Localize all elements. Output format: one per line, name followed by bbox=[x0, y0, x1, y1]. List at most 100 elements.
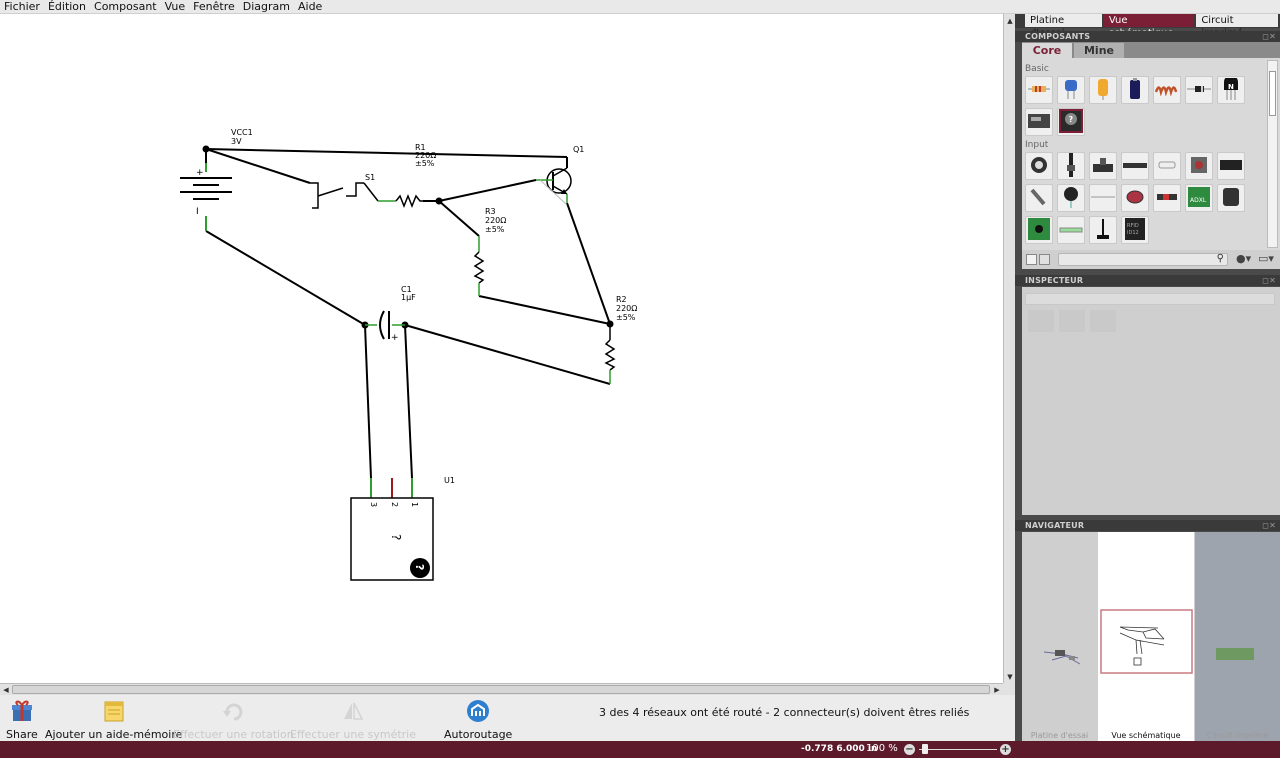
ceramic-capacitor-bin-item[interactable] bbox=[1057, 76, 1085, 104]
scroll-down-icon[interactable]: ▼ bbox=[1005, 672, 1015, 682]
svg-text:RFID: RFID bbox=[1127, 223, 1139, 229]
lever-switch-icon bbox=[1095, 217, 1111, 244]
parts-tab-mine[interactable]: Mine bbox=[1074, 43, 1124, 58]
wire-q1-emitter-r2[interactable] bbox=[566, 202, 611, 325]
menu-fenetre[interactable]: Fenêtre bbox=[193, 0, 235, 13]
dock-float-close-icon[interactable]: ◻✕ bbox=[1262, 276, 1276, 285]
rotate-button[interactable]: Effectuer une rotation bbox=[173, 699, 294, 741]
mystery-part-selected-bin-item[interactable]: ? bbox=[1057, 108, 1085, 136]
scroll-up-icon[interactable]: ▲ bbox=[1005, 16, 1015, 26]
dock-float-close-icon[interactable]: ◻✕ bbox=[1262, 521, 1276, 530]
scroll-left-icon[interactable]: ◀ bbox=[1, 685, 11, 695]
list-view-icon[interactable] bbox=[1039, 254, 1050, 265]
schematic-canvas[interactable]: + I VCC1 3V S1 R1 220Ω ±5% Q1 R3 220Ω ±5… bbox=[0, 14, 1003, 684]
parts-search-input[interactable]: ⚲ bbox=[1058, 253, 1228, 266]
inductor-bin-item[interactable] bbox=[1153, 76, 1181, 104]
electrolytic-capacitor-bin-item[interactable] bbox=[1089, 76, 1117, 104]
battery-vcc1[interactable]: + I VCC1 3V bbox=[180, 128, 253, 231]
parts-scroll-thumb[interactable] bbox=[1269, 71, 1276, 116]
mystery-part-bin-item[interactable] bbox=[1025, 108, 1053, 136]
schematic-drawing[interactable]: + I VCC1 3V S1 R1 220Ω ±5% Q1 R3 220Ω ±5… bbox=[0, 14, 1003, 684]
canvas-horizontal-scrollbar[interactable]: ◀ ▶ bbox=[0, 683, 1003, 695]
wire-junction-q1-base[interactable] bbox=[438, 179, 537, 202]
navigator-pcb-view[interactable]: Circuit imprimé bbox=[1195, 532, 1280, 741]
rotate-label: Effectuer une rotation bbox=[173, 728, 294, 741]
switch-s1[interactable] bbox=[310, 182, 396, 209]
navigator-breadboard-view[interactable]: Platine d'essai bbox=[1022, 532, 1097, 741]
horizontal-scroll-thumb[interactable] bbox=[12, 685, 990, 694]
add-note-button[interactable]: Ajouter un aide-mémoire bbox=[45, 699, 182, 741]
mystery-part-u1[interactable]: 3 2 1 ? ? U1 bbox=[350, 476, 455, 581]
potentiometer-bin-item[interactable] bbox=[1025, 152, 1053, 180]
wires[interactable] bbox=[205, 148, 611, 479]
menu-aide[interactable]: Aide bbox=[298, 0, 322, 13]
microphone-bin-item[interactable] bbox=[1057, 184, 1085, 212]
parts-scrollbar[interactable] bbox=[1267, 60, 1278, 248]
slide-switch-bin-item[interactable] bbox=[1121, 152, 1149, 180]
scroll-right-icon[interactable]: ▶ bbox=[992, 685, 1002, 695]
menu-fichier[interactable]: Fichier bbox=[4, 0, 40, 13]
diode-bin-item[interactable] bbox=[1185, 76, 1213, 104]
resistor-r3[interactable]: R3 220Ω ±5% bbox=[473, 207, 506, 296]
search-options-icon[interactable]: ●▾ bbox=[1236, 252, 1251, 265]
battery-bin-item[interactable] bbox=[1121, 76, 1149, 104]
transistor-bin-item[interactable]: N bbox=[1217, 74, 1245, 104]
wire-sensor-bin-item[interactable] bbox=[1089, 184, 1117, 212]
wire-c1-u1-pin3[interactable] bbox=[364, 324, 372, 479]
rfid-reader-bin-item[interactable]: RFID ID12 bbox=[1121, 216, 1149, 244]
flip-button[interactable]: Effectuer une symétrie bbox=[290, 699, 416, 741]
tilt-switch-bin-item[interactable] bbox=[1025, 184, 1053, 212]
menu-composant[interactable]: Composant bbox=[94, 0, 157, 13]
wire-c1-u1-pin1[interactable] bbox=[404, 324, 413, 479]
right-dock-panel: Platine d'essai Vue schématique Circuit … bbox=[1015, 14, 1280, 741]
zoom-slider-handle[interactable] bbox=[922, 744, 928, 754]
wire-r3-r2[interactable] bbox=[478, 295, 611, 325]
accelerometer-icon: ADXL bbox=[1187, 186, 1211, 211]
flip-label: Effectuer une symétrie bbox=[290, 728, 417, 741]
joystick-bin-item[interactable] bbox=[1089, 152, 1117, 180]
bin-menu-icon[interactable]: ▭▾ bbox=[1258, 252, 1274, 265]
tab-pcb[interactable]: Circuit imprimé bbox=[1196, 14, 1278, 39]
reed-switch-bin-item[interactable] bbox=[1153, 152, 1181, 180]
sensor-module-bin-item[interactable] bbox=[1217, 184, 1245, 212]
search-icon[interactable]: ⚲ bbox=[1217, 253, 1224, 264]
zoom-in-icon[interactable]: + bbox=[1000, 744, 1011, 755]
wire-c1-r2[interactable] bbox=[404, 324, 611, 385]
resistor-bin-item[interactable] bbox=[1025, 76, 1053, 104]
accelerometer-bin-item[interactable]: ADXL bbox=[1185, 184, 1213, 212]
parts-tab-core[interactable]: Core bbox=[1022, 43, 1072, 58]
photocell-bin-item[interactable] bbox=[1153, 184, 1181, 212]
resistor-r2[interactable]: R2 220Ω ±5% bbox=[604, 295, 637, 384]
piezo-bin-item[interactable] bbox=[1121, 184, 1149, 212]
dock-float-close-icon[interactable]: ◻✕ bbox=[1262, 32, 1276, 41]
svg-text:ID12: ID12 bbox=[1127, 230, 1139, 236]
zoom-out-icon[interactable]: − bbox=[904, 744, 915, 755]
gas-sensor-bin-item[interactable] bbox=[1025, 216, 1053, 244]
svg-text:N: N bbox=[1228, 83, 1234, 91]
zoom-slider[interactable] bbox=[919, 749, 997, 750]
lever-switch-bin-item[interactable] bbox=[1089, 216, 1117, 244]
pushbutton-bin-item[interactable] bbox=[1185, 152, 1213, 180]
navigator-schematic-view[interactable]: Vue schématique bbox=[1098, 532, 1194, 741]
u1-center-glyph: ? bbox=[389, 534, 403, 540]
menu-vue[interactable]: Vue bbox=[165, 0, 186, 13]
capacitor-c1[interactable]: + C1 1µF bbox=[365, 285, 416, 343]
tab-breadboard[interactable]: Platine d'essai bbox=[1025, 14, 1102, 39]
wire-vcc-q1[interactable] bbox=[205, 148, 568, 158]
inspector-title-label: INSPECTEUR bbox=[1025, 276, 1084, 285]
r3-value-label: 220Ω bbox=[485, 216, 506, 225]
wire-junction-r3[interactable] bbox=[438, 200, 480, 237]
share-button[interactable]: Share bbox=[6, 699, 38, 741]
icon-view-icon[interactable] bbox=[1026, 254, 1037, 265]
wire-battery-c1[interactable] bbox=[205, 230, 366, 326]
transistor-q1[interactable]: Q1 bbox=[536, 145, 584, 205]
flex-sensor-bin-item[interactable] bbox=[1057, 216, 1085, 244]
navigator-title-label: NAVIGATEUR bbox=[1025, 521, 1085, 530]
tab-schematic[interactable]: Vue schématique bbox=[1103, 14, 1195, 39]
slide-potentiometer-bin-item[interactable] bbox=[1057, 152, 1085, 180]
menu-diagram[interactable]: Diagram bbox=[243, 0, 290, 13]
canvas-vertical-scrollbar[interactable]: ▲ ▼ bbox=[1003, 14, 1015, 684]
autoroute-button[interactable]: Autoroutage bbox=[444, 699, 512, 741]
dip-switch-bin-item[interactable] bbox=[1217, 152, 1245, 180]
menu-edition[interactable]: Édition bbox=[48, 0, 86, 13]
